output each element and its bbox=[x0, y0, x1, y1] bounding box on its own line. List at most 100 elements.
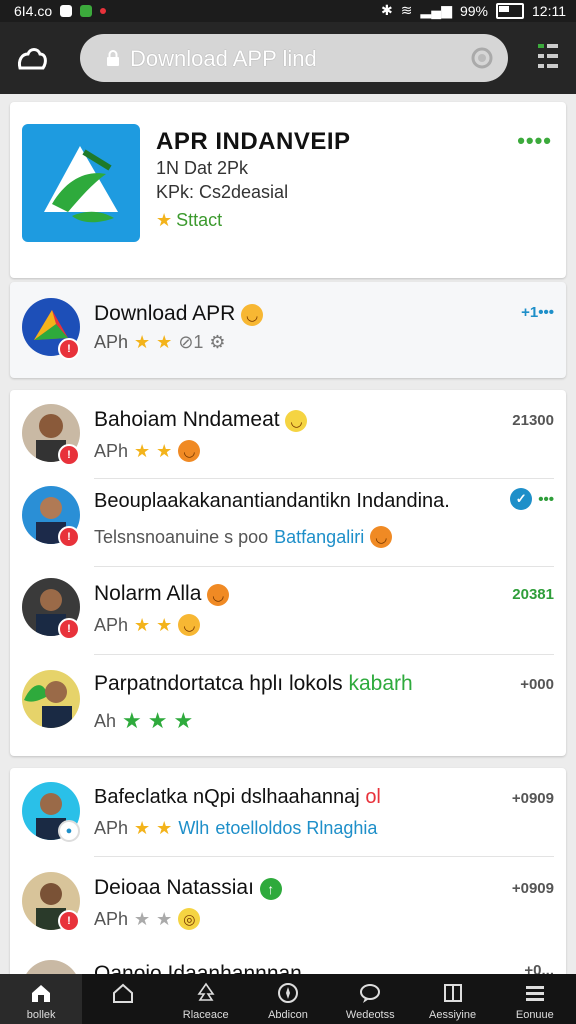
list-item-subtitle: APh ★ ★ ◎ bbox=[94, 908, 201, 930]
carrier-label: 6I4.co bbox=[14, 3, 53, 19]
message-icon bbox=[80, 5, 93, 17]
list-item-title: Nolarm Alla ◡ bbox=[94, 582, 230, 606]
list-item-meta: 21300 bbox=[512, 412, 554, 429]
app-subtitle: 1N Dat 2Pk bbox=[156, 158, 249, 178]
nav-item-access[interactable]: Aessiyine bbox=[411, 974, 493, 1024]
home-icon[interactable] bbox=[16, 44, 48, 72]
app-title: APR INDANVEIP bbox=[156, 128, 351, 155]
nav-label: Aessiyine bbox=[429, 1009, 477, 1021]
emoji-icon: ◎ bbox=[178, 908, 201, 930]
app-logo bbox=[22, 124, 140, 242]
list-item-meta: +000 bbox=[520, 676, 554, 693]
emoji-icon: ◡ bbox=[370, 526, 393, 548]
bluetooth-icon: ✱ bbox=[381, 2, 393, 18]
list-item-subtitle: APh ★ ★ Wlh etoelloldos Rlnaghia bbox=[94, 818, 378, 838]
notification-badge: ! bbox=[58, 526, 80, 548]
status-badge: ● bbox=[58, 820, 80, 842]
browser-toolbar: Download APP lind bbox=[0, 22, 576, 94]
divider bbox=[94, 856, 554, 857]
address-bar[interactable]: Download APP lind bbox=[80, 34, 508, 82]
alert-dot-icon bbox=[100, 8, 107, 14]
window-icon bbox=[443, 984, 462, 1002]
list-item[interactable]: ! Deioaa Natassiaı ↑ APh ★ ★ ◎ +0909 bbox=[10, 858, 566, 948]
emoji-icon: ◡ bbox=[178, 614, 201, 636]
list-item[interactable]: ● Bafeclatka nQpi dslhaahannaj ol APh ★ ★ W… bbox=[10, 768, 566, 858]
notification-badge: ! bbox=[58, 444, 80, 466]
more-options-icon[interactable]: •••• bbox=[517, 128, 552, 154]
house-outline-icon bbox=[113, 983, 134, 1003]
list-item-actions[interactable]: ✓ ••• bbox=[510, 488, 554, 510]
app-meta: KPk: Cs2deasial bbox=[156, 182, 289, 202]
notification-icon bbox=[60, 5, 73, 17]
nav-item-explore[interactable]: Abdicon bbox=[247, 974, 329, 1024]
status-bar: 6I4.co ✱ ≋ ▂▄▆ 99% 12:11 bbox=[0, 0, 576, 22]
url-text: Download APP lind bbox=[130, 46, 317, 71]
rating-label: Sttact bbox=[176, 210, 223, 230]
emoji-icon: ↑ bbox=[259, 878, 282, 900]
nav-label: bollek bbox=[26, 1009, 56, 1021]
nav-item-home[interactable]: bollek bbox=[0, 974, 83, 1024]
nav-label: Eonuue bbox=[515, 1009, 554, 1021]
emoji-icon: ◡ bbox=[207, 584, 230, 606]
notification-badge: ! bbox=[58, 338, 80, 360]
download-more[interactable]: +1••• bbox=[521, 304, 554, 321]
list-item-subtitle: APh ★ ★ ◡ bbox=[94, 614, 201, 636]
star-icon: ★ bbox=[156, 210, 173, 230]
list-item-meta: 20381 bbox=[512, 586, 554, 603]
nav-label: Abdicon bbox=[268, 1009, 308, 1021]
battery-icon bbox=[496, 2, 524, 19]
emoji-icon: ◡ bbox=[285, 410, 308, 432]
emoji-icon: ◡ bbox=[178, 440, 201, 462]
nav-item-house[interactable] bbox=[82, 974, 164, 1024]
contact-list-1: ! Bahoiam Nndameat ◡ APh ★ ★ ◡ 21300 ! Beou… bbox=[10, 390, 566, 756]
compass-icon bbox=[277, 983, 298, 1003]
list-item-meta: +0909 bbox=[511, 790, 554, 807]
app-hero-card[interactable]: APR INDANVEIP 1N Dat 2Pk KPk: Cs2deasial… bbox=[10, 102, 566, 278]
nav-label: Rlaceace bbox=[182, 1009, 229, 1021]
lock-icon bbox=[107, 50, 119, 66]
menu-icon bbox=[525, 986, 544, 1001]
nav-label: Wedeotss bbox=[345, 1009, 395, 1021]
download-title: Download APR ◡ bbox=[94, 302, 264, 326]
list-item[interactable]: ! Beouplaakakanantiandantikn Indandina. … bbox=[10, 480, 566, 566]
battery-percent: 99% bbox=[459, 2, 488, 19]
list-item[interactable]: ! Nolarm Alla ◡ APh ★ ★ ◡ 20381 bbox=[10, 566, 566, 654]
list-item[interactable]: Parpatndortatca hplı lokols kabarh Ah ★ ★ ★… bbox=[10, 654, 566, 754]
verified-icon: ✓ bbox=[510, 488, 533, 510]
refresh-icon[interactable] bbox=[470, 46, 494, 70]
divider bbox=[94, 478, 554, 479]
app-rating: ★ Sttact bbox=[156, 210, 222, 231]
list-item-title: Beouplaakakanantiandantikn Indandina. bbox=[94, 490, 450, 512]
avatar bbox=[22, 670, 80, 728]
list-item-subtitle: APh ★ ★ ◡ bbox=[94, 440, 201, 462]
signal-icon: ▂▄▆ bbox=[420, 2, 452, 18]
list-item[interactable]: ! Bahoiam Nndameat ◡ APh ★ ★ ◡ 21300 bbox=[10, 390, 566, 480]
list-item-subtitle: Ah ★ ★ ★ bbox=[94, 708, 194, 733]
list-item-title: Parpatndortatca hplı lokols kabarh bbox=[94, 672, 413, 695]
download-subtitle: APh ★ ★ ⊘1 ⚙ bbox=[94, 332, 226, 352]
bottom-navigation: bollek Rlaceace Abdicon Wedeotss Aessiyi… bbox=[0, 974, 576, 1024]
nav-item-menu[interactable]: Eonuue bbox=[494, 974, 576, 1024]
overflow-menu-icon[interactable] bbox=[538, 42, 558, 72]
counter-icon: ⊘1 bbox=[178, 332, 204, 352]
nav-item-places[interactable]: Rlaceace bbox=[165, 974, 247, 1024]
notification-badge: ! bbox=[58, 910, 80, 932]
nav-item-chat[interactable]: Wedeotss bbox=[329, 974, 411, 1024]
notification-badge: ! bbox=[58, 618, 80, 640]
list-item-subtitle: Telsnsnoanuine s poo Batfangaliri ◡ bbox=[94, 526, 393, 548]
download-card[interactable]: ! Download APR ◡ APh ★ ★ ⊘1 ⚙ +1••• bbox=[10, 282, 566, 378]
clock: 12:11 bbox=[532, 2, 566, 19]
tree-icon bbox=[197, 982, 215, 1001]
wifi-icon: ≋ bbox=[400, 2, 413, 18]
emoji-icon: ◡ bbox=[241, 304, 264, 326]
contact-list-2: ● Bafeclatka nQpi dslhaahannaj ol APh ★ ★ W… bbox=[10, 768, 566, 978]
list-item-title: Bahoiam Nndameat ◡ bbox=[94, 408, 308, 432]
gear-icon: ⚙ bbox=[209, 332, 226, 352]
list-item-meta: +0909 bbox=[511, 880, 554, 897]
star-icon: ★ bbox=[156, 332, 173, 352]
list-item-title: Bafeclatka nQpi dslhaahannaj ol bbox=[94, 786, 381, 808]
more-options-icon[interactable]: ••• bbox=[538, 491, 554, 508]
home-icon bbox=[32, 985, 51, 1002]
chat-icon bbox=[360, 984, 381, 1003]
star-icon: ★ bbox=[134, 332, 151, 352]
